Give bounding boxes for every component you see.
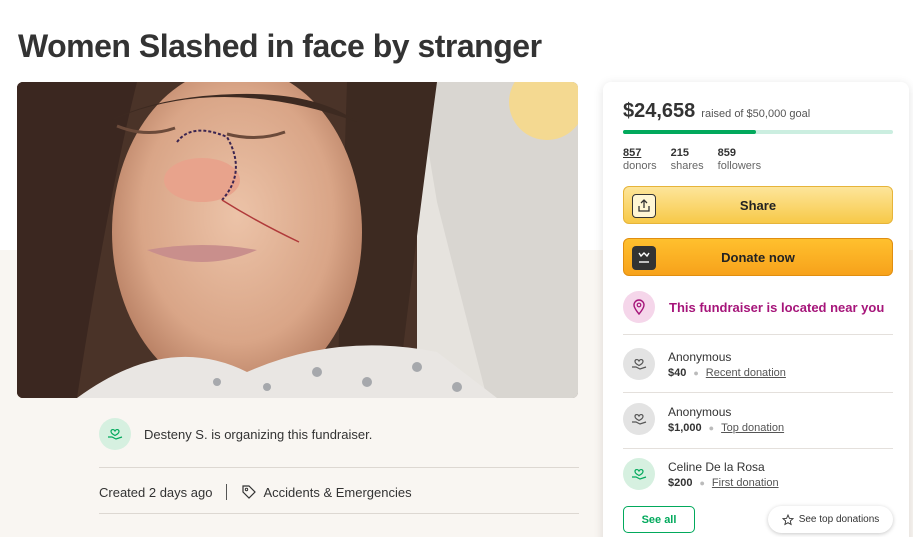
stat-number: 857 [623,147,642,159]
campaign-photo-illustration [17,82,578,398]
campaign-meta: Created 2 days ago Accidents & Emergenci… [99,482,412,502]
divider [99,513,579,514]
category-link[interactable]: Accidents & Emergencies [263,485,411,500]
donation-item: Anonymous $1,000 ● Top donation [623,403,784,435]
donor-name: Anonymous [668,349,732,364]
heart-hand-icon [623,458,655,490]
location-text: This fundraiser is located near you [669,299,885,315]
stat-number: 215 [670,147,689,159]
heart-hand-icon [623,403,655,435]
heart-hand-icon [108,428,123,440]
campaign-image[interactable] [17,82,578,398]
donation-amount: $40 [668,366,687,379]
see-top-label: See top donations [798,514,880,525]
goal-text: raised of $50,000 goal [701,108,811,120]
progress-fill [623,130,757,134]
heart-hand-icon [623,348,655,380]
divider [623,448,893,449]
stat-donors[interactable]: 857 donors [623,147,657,172]
stat-label: donors [623,160,657,172]
divider [99,467,579,468]
donor-name: Anonymous [668,404,732,419]
stat-label: followers [717,160,762,172]
donation-line: $200 ● First donation [668,477,779,489]
raised-summary: $24,658 raised of $50,000 goal [623,100,810,123]
donation-item: Anonymous $40 ● Recent donation [623,348,786,380]
tag-icon [241,484,257,500]
donation-amount: $1,000 [668,421,702,434]
star-outline-icon [781,513,794,525]
divider [623,334,893,335]
progress-bar [623,130,893,134]
created-date: Created 2 days ago [99,484,213,500]
donate-label: Donate now [721,249,795,265]
donation-details: Anonymous $1,000 ● Top donation [668,405,784,434]
raised-amount: $24,658 [623,100,696,122]
see-all-button[interactable]: See all [623,506,695,533]
bullet-separator: ● [699,477,705,488]
donation-type-link[interactable]: Top donation [721,422,784,434]
location-notice: This fundraiser is located near you [623,291,884,323]
stat-number: 859 [717,147,737,159]
see-top-donations-button[interactable]: See top donations [768,506,893,533]
share-button[interactable]: Share [623,186,893,224]
donor-name: Celine De la Rosa [668,459,765,474]
donation-type-link[interactable]: Recent donation [706,367,786,379]
donation-line: $1,000 ● Top donation [668,422,784,434]
donation-card: $24,658 raised of $50,000 goal 857 donor… [603,82,909,537]
meta-separator [226,484,228,500]
share-label: Share [739,197,777,213]
organizer-text: Desteny S. is organizing this fundraiser… [144,426,373,442]
donation-line: $40 ● Recent donation [668,367,786,379]
page-title: Women Slashed in face by stranger [18,28,542,64]
donate-button[interactable]: Donate now [623,238,893,276]
share-upload-icon [632,194,656,218]
donation-item: Celine De la Rosa $200 ● First donation [623,458,779,490]
bullet-separator: ● [708,422,715,433]
donation-type-link[interactable]: First donation [712,477,779,489]
donation-amount: $200 [668,476,693,489]
map-pin-icon [623,291,655,323]
bullet-separator: ● [693,367,699,378]
donation-details: Celine De la Rosa $200 ● First donation [668,460,779,489]
stat-label: shares [670,160,704,172]
donation-details: Anonymous $40 ● Recent donation [668,350,786,379]
stats-row: 857 donors 215 shares 859 followers [623,147,761,172]
organizer-row: Desteny S. is organizing this fundraiser… [99,416,579,452]
gofundme-logo-icon [632,246,656,270]
divider [623,392,893,393]
stat-shares: 215 shares [671,147,704,172]
stat-followers: 859 followers [718,147,761,172]
organizer-avatar [99,418,131,450]
